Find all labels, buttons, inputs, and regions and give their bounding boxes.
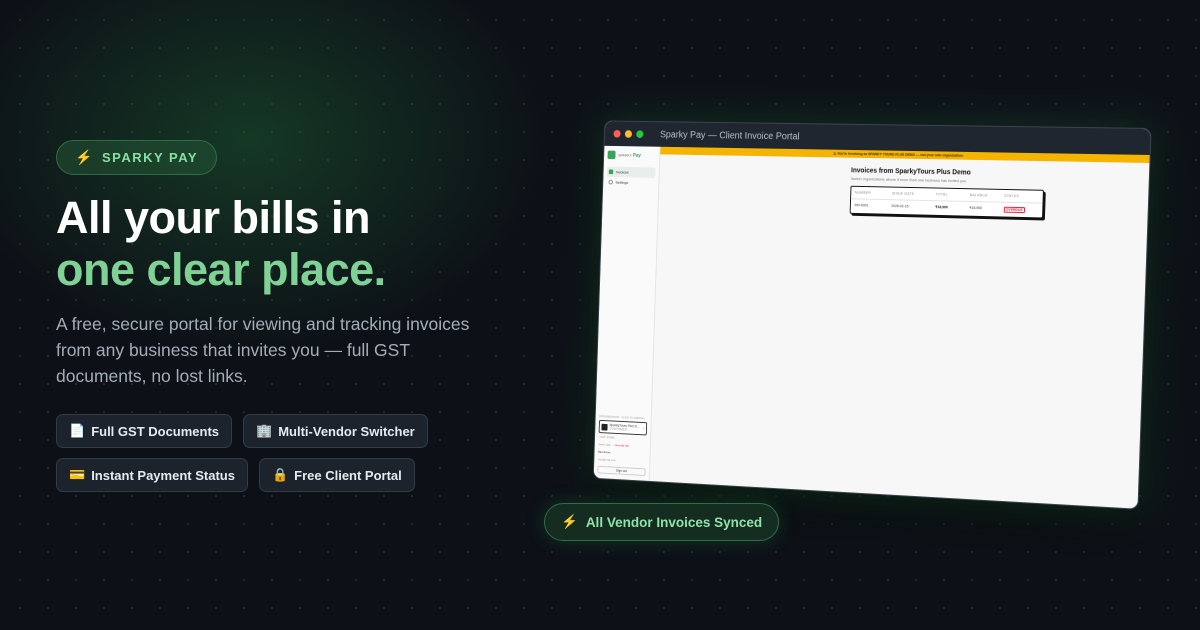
column-header: ISSUE DATE: [891, 191, 915, 196]
brand-badge-label: SPARKY PAY: [101, 150, 199, 165]
synced-status-label: All Vendor Invoices Synced: [585, 514, 763, 530]
feature-chip-gst: 📄 Full GST Documents: [56, 414, 233, 448]
column-header: STATUS: [1004, 193, 1020, 199]
credit-card-icon: 💳: [69, 467, 86, 482]
feature-chip-label: Multi-Vendor Switcher: [278, 423, 415, 439]
close-window-dot[interactable]: [613, 129, 621, 138]
user-name: Max Ernes: [597, 449, 611, 455]
chevron-right-icon: ›: [643, 426, 645, 431]
headline: All your bills in one clear place.: [56, 192, 386, 296]
feature-chip-label: Instant Payment Status: [91, 467, 235, 483]
document-icon: 📄: [69, 423, 86, 438]
verification-status: Verify login Unverify link: [598, 442, 646, 448]
sign-out-button[interactable]: Sign out: [597, 465, 646, 476]
invoice-balance: ₹18,900: [969, 205, 983, 211]
column-header: TOTAL: [935, 192, 948, 197]
building-icon: 🏢: [256, 423, 273, 438]
org-tag: CUSTOMER: [609, 426, 628, 432]
invoice-number: INV-0001: [854, 203, 869, 208]
invoice-total: ₹18,900: [935, 205, 948, 210]
app-logo: SPARKY Pay: [607, 150, 656, 160]
brand-badge: ⚡ SPARKY PAY: [56, 140, 218, 175]
lock-icon: 🔒: [271, 467, 289, 482]
app-preview: Sparky Pay — Client Invoice Portal SPARK…: [592, 120, 1152, 510]
feature-chip-client-portal: 🔒 Free Client Portal: [258, 458, 415, 492]
maximize-window-dot[interactable]: [636, 130, 644, 138]
status-badge: OVERDUE: [1003, 206, 1025, 214]
table-row[interactable]: INV-0001 2026-02-15 ₹18,900 ₹18,900 OVER…: [851, 199, 1043, 217]
sidebar-item-label: Invoices: [615, 169, 629, 175]
sidebar-item-label: Settings: [615, 179, 629, 185]
window-title: Sparky Pay — Client Invoice Portal: [659, 129, 800, 142]
app-brand-prefix: SPARKY: [618, 152, 633, 158]
app-brand-name: Pay: [632, 152, 641, 159]
feature-chips: 📄 Full GST Documents 🏢 Multi-Vendor Swit…: [56, 414, 496, 502]
minimize-window-dot[interactable]: [624, 130, 633, 138]
invoice-table: NUMBER ISSUE DATE TOTAL BALANCE STATUS I…: [849, 185, 1044, 219]
app-window: Sparky Pay — Client Invoice Portal SPARK…: [592, 120, 1152, 510]
unverify-link-status: Unverify link: [614, 443, 629, 448]
bolt-icon: ⚡: [561, 514, 578, 529]
gear-icon: [608, 179, 613, 185]
app-brand: SPARKY Pay: [618, 152, 641, 158]
feature-chip-label: Free Client Portal: [294, 467, 402, 483]
column-header: NUMBER: [854, 190, 872, 195]
feature-chip-payment-status: 💳 Instant Payment Status: [56, 458, 248, 492]
app-main: ⚠ You're invoicing as SPARKY TOURS PLUS …: [650, 146, 1150, 509]
headline-line-2: one clear place.: [56, 244, 386, 295]
gst-line: • GST: 27ABC...: [598, 434, 618, 440]
synced-status-pill: ⚡ All Vendor Invoices Synced: [544, 503, 780, 541]
logo-icon: [607, 150, 616, 160]
invoice-content: Invoices from SparkyTours Plus Demo Swit…: [658, 154, 1149, 221]
feature-chip-label: Full GST Documents: [91, 423, 220, 439]
hero-description: A free, secure portal for viewing and tr…: [56, 314, 470, 386]
invoice-icon: [608, 169, 614, 175]
org-switcher[interactable]: SparkyTours Plus D... CUSTOMER ›: [598, 419, 648, 436]
app-body: SPARKY Pay Invoices Settings ORGANIZATIO…: [593, 145, 1150, 509]
invoice-date: 2026-02-15: [891, 204, 909, 209]
feature-chip-vendor-switcher: 🏢 Multi-Vendor Switcher: [243, 414, 428, 448]
verify-login-status: Verify login: [598, 442, 612, 447]
headline-line-1: All your bills in: [56, 192, 371, 243]
bolt-icon: ⚡: [75, 149, 94, 165]
column-header: BALANCE: [969, 193, 988, 198]
user-email: max@mail.com: [597, 457, 616, 463]
org-avatar: [601, 423, 608, 431]
